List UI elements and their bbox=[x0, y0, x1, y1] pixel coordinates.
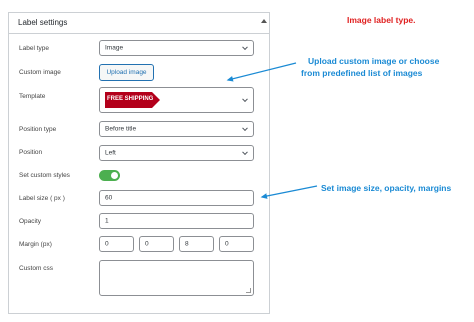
margin-bottom-input[interactable]: 8 bbox=[179, 236, 214, 252]
label-size-value: 60 bbox=[105, 194, 113, 202]
annotation-upload-line2: from predefined list of images bbox=[301, 68, 423, 78]
template-label: Template bbox=[19, 93, 46, 100]
custom-image-label: Custom image bbox=[19, 69, 61, 76]
margin-top-input[interactable]: 0 bbox=[99, 236, 134, 252]
opacity-input[interactable]: 1 bbox=[99, 213, 254, 229]
toggle-knob bbox=[111, 172, 118, 179]
custom-css-textarea[interactable] bbox=[99, 260, 254, 296]
position-type-value: Before title bbox=[105, 125, 137, 133]
annotation-upload-line1: Upload custom image or choose bbox=[308, 56, 440, 66]
annotation-title: Image label type. bbox=[347, 15, 416, 25]
chevron-down-icon bbox=[242, 44, 248, 51]
annotation-size-note: Set image size, opacity, margins bbox=[321, 183, 452, 193]
margin-left-input[interactable]: 0 bbox=[219, 236, 254, 252]
free-shipping-banner: FREE SHIPPING bbox=[105, 92, 160, 108]
panel-header[interactable]: Label settings bbox=[9, 13, 269, 34]
margin-left-value: 0 bbox=[225, 240, 229, 248]
panel-title: Label settings bbox=[18, 18, 68, 27]
custom-css-label: Custom css bbox=[19, 265, 53, 272]
position-type-select[interactable]: Before title bbox=[99, 121, 254, 137]
label-type-label: Label type bbox=[19, 45, 49, 52]
upload-image-button[interactable]: Upload image bbox=[99, 64, 154, 81]
chevron-down-icon bbox=[242, 125, 248, 132]
margin-top-value: 0 bbox=[105, 240, 109, 248]
banner-text: FREE SHIPPING bbox=[107, 96, 154, 102]
label-size-label: Label size ( px ) bbox=[19, 195, 65, 202]
position-select[interactable]: Left bbox=[99, 145, 254, 161]
label-type-select[interactable]: Image bbox=[99, 40, 254, 56]
template-select[interactable]: FREE SHIPPING bbox=[99, 87, 254, 113]
custom-styles-label: Set custom styles bbox=[19, 172, 70, 179]
margin-right-value: 0 bbox=[145, 240, 149, 248]
margin-right-input[interactable]: 0 bbox=[139, 236, 174, 252]
position-type-label: Position type bbox=[19, 126, 57, 133]
collapse-triangle-icon[interactable] bbox=[261, 19, 267, 23]
opacity-value: 1 bbox=[105, 217, 109, 225]
custom-styles-toggle[interactable] bbox=[99, 170, 120, 181]
arrow-to-size-icon bbox=[260, 185, 318, 199]
chevron-down-icon bbox=[242, 149, 248, 156]
label-type-value: Image bbox=[105, 44, 124, 52]
position-value: Left bbox=[105, 149, 116, 157]
label-size-input[interactable]: 60 bbox=[99, 190, 254, 206]
position-label: Position bbox=[19, 149, 43, 156]
opacity-label: Opacity bbox=[19, 218, 42, 225]
resize-grip-icon[interactable] bbox=[246, 288, 251, 293]
chevron-down-icon bbox=[242, 96, 248, 103]
margin-bottom-value: 8 bbox=[185, 240, 189, 248]
margin-label: Margin (px) bbox=[19, 241, 52, 248]
